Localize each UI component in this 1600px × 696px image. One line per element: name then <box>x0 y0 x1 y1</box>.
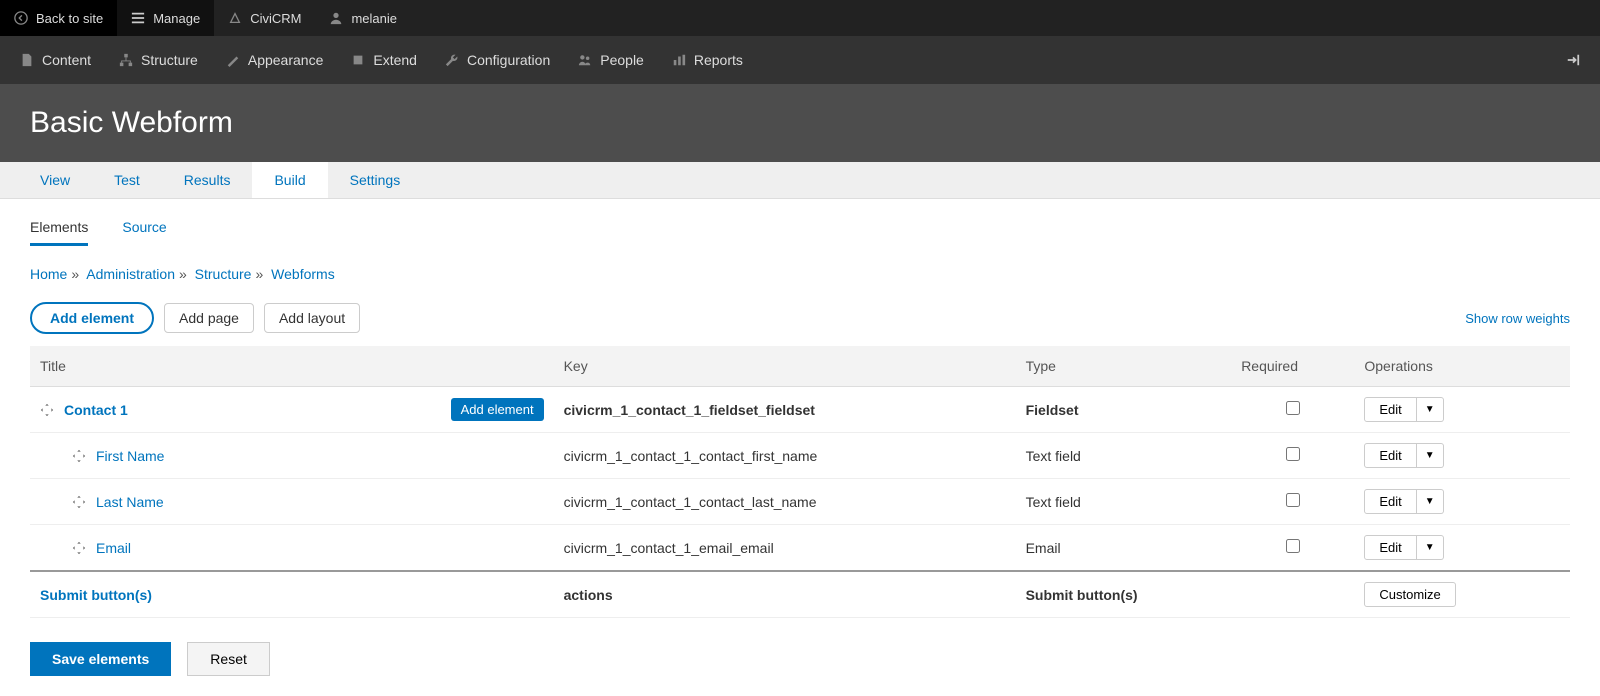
table-row: Last Name civicrm_1_contact_1_contact_las… <box>30 479 1570 525</box>
edit-button[interactable]: Edit <box>1364 535 1416 560</box>
hamburger-icon <box>131 11 145 25</box>
crumb-structure[interactable]: Structure <box>195 266 252 282</box>
tab-test[interactable]: Test <box>92 162 162 198</box>
operations-dropdown[interactable]: ▼ <box>1417 443 1444 468</box>
save-button[interactable]: Save elements <box>30 642 171 676</box>
operations-dropdown[interactable]: ▼ <box>1417 397 1444 422</box>
user-icon <box>329 11 343 25</box>
toggle-orientation[interactable] <box>1552 36 1594 84</box>
wand-icon <box>226 53 240 67</box>
add-layout-button[interactable]: Add layout <box>264 303 360 333</box>
tab-view[interactable]: View <box>18 162 92 198</box>
row-key: civicrm_1_contact_1_fieldset_fieldset <box>554 387 1016 433</box>
chevron-left-icon <box>14 11 28 25</box>
required-checkbox[interactable] <box>1286 401 1300 415</box>
menu-content[interactable]: Content <box>6 36 105 84</box>
tab-results[interactable]: Results <box>162 162 253 198</box>
row-key: civicrm_1_contact_1_email_email <box>554 525 1016 572</box>
wrench-icon <box>445 53 459 67</box>
row-type: Email <box>1016 525 1232 572</box>
edit-button[interactable]: Edit <box>1364 489 1416 514</box>
elements-table: Title Key Type Required Operations Conta… <box>30 346 1570 618</box>
menu-extend[interactable]: Extend <box>337 36 431 84</box>
table-row: Submit button(s)actionsSubmit button(s)C… <box>30 571 1570 618</box>
menu-reports[interactable]: Reports <box>658 36 757 84</box>
drag-icon[interactable] <box>40 403 54 417</box>
reset-button[interactable]: Reset <box>187 642 270 676</box>
required-checkbox[interactable] <box>1286 493 1300 507</box>
crumb-webforms[interactable]: Webforms <box>271 266 335 282</box>
tab-build[interactable]: Build <box>252 162 327 198</box>
th-required: Required <box>1231 346 1354 387</box>
back-to-site-link[interactable]: Back to site <box>0 0 117 36</box>
row-title-link[interactable]: Last Name <box>96 494 164 510</box>
customize-button[interactable]: Customize <box>1364 582 1455 607</box>
row-type: Submit button(s) <box>1016 571 1232 618</box>
row-type: Text field <box>1016 433 1232 479</box>
civicrm-icon <box>228 11 242 25</box>
menu-appearance[interactable]: Appearance <box>212 36 338 84</box>
drag-icon[interactable] <box>72 495 86 509</box>
breadcrumb: Home» Administration» Structure» Webform… <box>30 266 1570 282</box>
user-link[interactable]: melanie <box>315 0 411 36</box>
th-type: Type <box>1016 346 1232 387</box>
row-title-link[interactable]: Submit button(s) <box>40 587 152 603</box>
table-row: First Name civicrm_1_contact_1_contact_fi… <box>30 433 1570 479</box>
show-weights-link[interactable]: Show row weights <box>1465 311 1570 326</box>
required-checkbox[interactable] <box>1286 539 1300 553</box>
th-operations: Operations <box>1354 346 1570 387</box>
admin-menu: Content Structure Appearance Extend Conf… <box>0 36 1600 84</box>
menu-configuration[interactable]: Configuration <box>431 36 564 84</box>
tab-settings[interactable]: Settings <box>328 162 423 198</box>
page-header: Basic Webform <box>0 84 1600 162</box>
page-title: Basic Webform <box>30 106 1570 140</box>
subtab-source[interactable]: Source <box>122 211 166 246</box>
table-row: Contact 1 Add element civicrm_1_contact_1_… <box>30 387 1570 433</box>
people-icon <box>578 53 592 67</box>
file-icon <box>20 53 34 67</box>
menu-structure[interactable]: Structure <box>105 36 212 84</box>
th-title: Title <box>30 346 554 387</box>
drag-icon[interactable] <box>72 449 86 463</box>
edit-button[interactable]: Edit <box>1364 397 1416 422</box>
add-page-button[interactable]: Add page <box>164 303 254 333</box>
operations-dropdown[interactable]: ▼ <box>1417 535 1444 560</box>
puzzle-icon <box>351 53 365 67</box>
secondary-tabs: Elements Source <box>0 199 1600 246</box>
row-title-link[interactable]: Email <box>96 540 131 556</box>
row-title-link[interactable]: First Name <box>96 448 164 464</box>
required-checkbox[interactable] <box>1286 447 1300 461</box>
menu-people[interactable]: People <box>564 36 658 84</box>
crumb-admin[interactable]: Administration <box>86 266 175 282</box>
civicrm-link[interactable]: CiviCRM <box>214 0 315 36</box>
add-element-button[interactable]: Add element <box>30 302 154 334</box>
row-add-element-button[interactable]: Add element <box>451 398 544 421</box>
row-type: Fieldset <box>1016 387 1232 433</box>
row-key: civicrm_1_contact_1_contact_last_name <box>554 479 1016 525</box>
action-buttons: Add element Add page Add layout Show row… <box>30 302 1570 334</box>
row-key: actions <box>554 571 1016 618</box>
operations-dropdown[interactable]: ▼ <box>1417 489 1444 514</box>
edit-button[interactable]: Edit <box>1364 443 1416 468</box>
admin-toolbar: Back to site Manage CiviCRM melanie <box>0 0 1600 36</box>
row-type: Text field <box>1016 479 1232 525</box>
th-key: Key <box>554 346 1016 387</box>
table-row: Emailcivicrm_1_contact_1_email_emailEmai… <box>30 525 1570 572</box>
back-label: Back to site <box>36 11 103 26</box>
structure-icon <box>119 53 133 67</box>
drag-icon[interactable] <box>72 541 86 555</box>
civicrm-label: CiviCRM <box>250 11 301 26</box>
user-label: melanie <box>351 11 397 26</box>
collapse-icon <box>1566 53 1580 67</box>
crumb-home[interactable]: Home <box>30 266 67 282</box>
manage-label: Manage <box>153 11 200 26</box>
row-title-link[interactable]: Contact 1 <box>64 402 128 418</box>
manage-link[interactable]: Manage <box>117 0 214 36</box>
chart-icon <box>672 53 686 67</box>
row-key: civicrm_1_contact_1_contact_first_name <box>554 433 1016 479</box>
form-actions: Save elements Reset <box>30 642 1570 676</box>
primary-tabs: View Test Results Build Settings <box>0 162 1600 199</box>
subtab-elements[interactable]: Elements <box>30 211 88 246</box>
